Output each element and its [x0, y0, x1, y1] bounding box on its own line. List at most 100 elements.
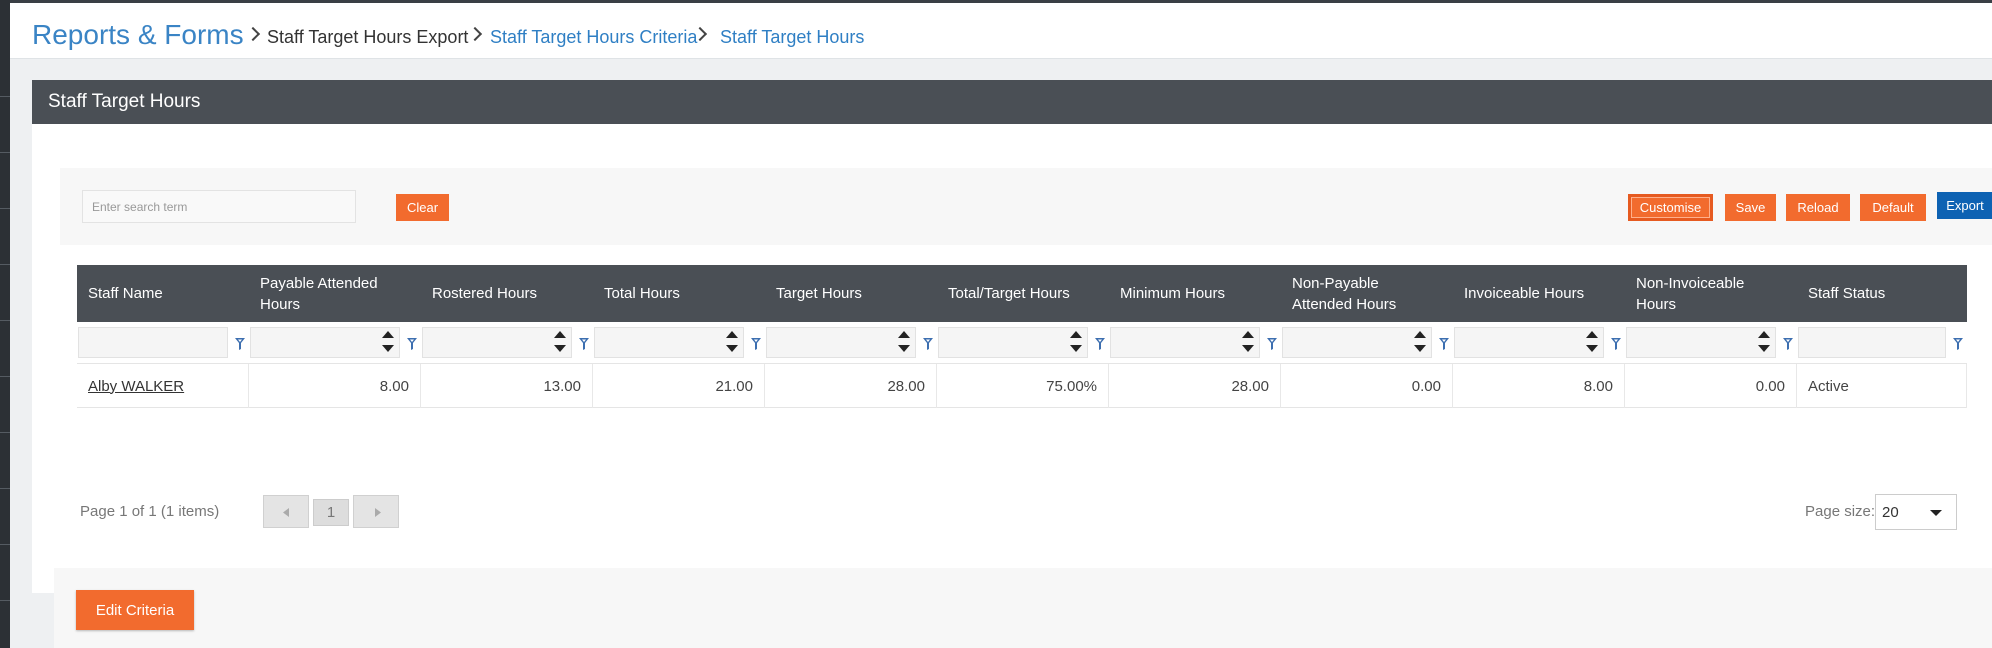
- column-header-label: Total Hours: [604, 285, 680, 302]
- spinner-arrows-icon[interactable]: [897, 331, 911, 353]
- save-button[interactable]: Save: [1725, 194, 1776, 221]
- filter-funnel-icon[interactable]: [235, 337, 245, 350]
- spinner-arrows-icon[interactable]: [553, 331, 567, 353]
- spinner-arrows-icon[interactable]: [381, 331, 395, 353]
- caret-down-icon: [1930, 510, 1942, 516]
- column-header-label: Staff Name: [88, 285, 163, 302]
- column-header[interactable]: Target Hours: [765, 265, 937, 322]
- filter-funnel-icon[interactable]: [1095, 337, 1105, 350]
- panel-header: Staff Target Hours: [32, 80, 1992, 124]
- cell-value: 75.00%: [1046, 377, 1097, 395]
- cell-value: 0.00: [1411, 377, 1441, 395]
- edit-criteria-button[interactable]: Edit Criteria: [76, 590, 194, 630]
- customise-button[interactable]: Customise: [1628, 194, 1713, 221]
- filter-funnel-icon[interactable]: [1267, 337, 1277, 350]
- column-header-label: Rostered Hours: [432, 285, 538, 302]
- filter-funnel-icon[interactable]: [579, 337, 589, 350]
- left-navigation-strip[interactable]: [0, 0, 10, 648]
- column-header[interactable]: Total Hours: [593, 265, 765, 322]
- column-header-label: Invoiceable Hours: [1464, 285, 1585, 302]
- export-button[interactable]: Export: [1937, 192, 1992, 219]
- column-filter-input[interactable]: [1282, 327, 1432, 358]
- filter-funnel-icon[interactable]: [1439, 337, 1449, 350]
- pager-info: Page 1 of 1 (1 items): [80, 503, 220, 520]
- default-button[interactable]: Default: [1860, 194, 1926, 221]
- reload-button[interactable]: Reload: [1786, 194, 1850, 221]
- column-header[interactable]: Rostered Hours: [421, 265, 593, 322]
- filter-funnel-icon[interactable]: [1953, 337, 1963, 350]
- clear-button[interactable]: Clear: [396, 194, 449, 221]
- column-header-label: Non-Payable Attended Hours: [1292, 274, 1397, 313]
- pager-prev-button[interactable]: [263, 495, 309, 528]
- column-filter-input[interactable]: [766, 327, 916, 358]
- breadcrumb-item-export[interactable]: Staff Target Hours Export: [267, 27, 468, 48]
- spinner-arrows-icon[interactable]: [1757, 331, 1771, 353]
- search-input[interactable]: [82, 190, 356, 223]
- column-header[interactable]: Non-Invoiceable Hours: [1625, 265, 1797, 322]
- table-cell: 75.00%: [937, 364, 1109, 408]
- spinner-arrows-icon[interactable]: [1413, 331, 1427, 353]
- cell-value: 13.00: [543, 377, 581, 395]
- column-header[interactable]: Minimum Hours: [1109, 265, 1281, 322]
- column-filter-input[interactable]: [250, 327, 400, 358]
- cell-value: 0.00: [1755, 377, 1785, 395]
- table-cell: 0.00: [1281, 364, 1453, 408]
- filter-funnel-icon[interactable]: [751, 337, 761, 350]
- breadcrumb-item-criteria[interactable]: Staff Target Hours Criteria: [490, 27, 697, 48]
- table-cell: 0.00: [1625, 364, 1797, 408]
- spinner-arrows-icon[interactable]: [725, 331, 739, 353]
- pager-next-button[interactable]: [353, 495, 399, 528]
- table-cell: 13.00: [421, 364, 593, 408]
- filter-funnel-icon[interactable]: [407, 337, 417, 350]
- column-header-label: Non-Invoiceable Hours: [1636, 274, 1745, 313]
- spinner-arrows-icon[interactable]: [1585, 331, 1599, 353]
- column-filter-input[interactable]: [1626, 327, 1776, 358]
- column-filter-input[interactable]: [594, 327, 744, 358]
- spinner-arrows-icon[interactable]: [1069, 331, 1083, 353]
- column-header[interactable]: Payable Attended Hours: [249, 265, 421, 322]
- column-header[interactable]: Total/Target Hours: [937, 265, 1109, 322]
- column-header[interactable]: Staff Name: [77, 265, 249, 322]
- table-cell: Alby WALKER: [77, 364, 249, 408]
- cell-value: 8.00: [1583, 377, 1613, 395]
- breadcrumb-item-current[interactable]: Staff Target Hours: [720, 27, 864, 48]
- column-header[interactable]: Non-Payable Attended Hours: [1281, 265, 1453, 322]
- page-size-label: Page size:: [1805, 503, 1876, 520]
- grid-filter-row: [77, 322, 1967, 364]
- column-filter-input[interactable]: [938, 327, 1088, 358]
- breadcrumb: Reports & Forms Staff Target Hours Expor…: [10, 3, 1992, 59]
- table-cell: 8.00: [1453, 364, 1625, 408]
- column-filter-input[interactable]: [78, 327, 228, 358]
- column-header[interactable]: Staff Status: [1797, 265, 1967, 322]
- cell-value: Active: [1808, 377, 1849, 395]
- table-cell: 8.00: [249, 364, 421, 408]
- spinner-arrows-icon[interactable]: [1241, 331, 1255, 353]
- criteria-footer: [54, 568, 1992, 648]
- chevron-right-icon: [245, 26, 261, 42]
- grid-header-row: Staff Name Payable Attended Hours Rostered…: [77, 265, 1967, 322]
- grid-toolbar: Clear Customise Save Reload Default Expo…: [60, 168, 1992, 245]
- triangle-left-icon: [283, 508, 289, 517]
- column-header[interactable]: Invoiceable Hours: [1453, 265, 1625, 322]
- panel-title: Staff Target Hours: [48, 91, 201, 112]
- breadcrumb-root[interactable]: Reports & Forms: [32, 19, 244, 51]
- cell-value: 21.00: [715, 377, 753, 395]
- filter-funnel-icon[interactable]: [1783, 337, 1793, 350]
- column-filter-input[interactable]: [422, 327, 572, 358]
- triangle-right-icon: [375, 508, 381, 517]
- column-filter-input[interactable]: [1798, 327, 1946, 358]
- column-filter-input[interactable]: [1110, 327, 1260, 358]
- column-header-label: Target Hours: [776, 285, 862, 302]
- column-header-label: Total/Target Hours: [948, 285, 1070, 302]
- column-filter-input[interactable]: [1454, 327, 1604, 358]
- page-size-select[interactable]: 20: [1875, 494, 1957, 530]
- table-cell: 28.00: [1109, 364, 1281, 408]
- cell-value: 28.00: [1231, 377, 1269, 395]
- pager-page-1[interactable]: 1: [313, 499, 349, 526]
- staff-name-link[interactable]: Alby WALKER: [88, 378, 184, 395]
- cell-value: 28.00: [887, 377, 925, 395]
- filter-funnel-icon[interactable]: [923, 337, 933, 350]
- column-header-label: Minimum Hours: [1120, 285, 1226, 302]
- filter-funnel-icon[interactable]: [1611, 337, 1621, 350]
- chevron-right-icon: [467, 26, 483, 42]
